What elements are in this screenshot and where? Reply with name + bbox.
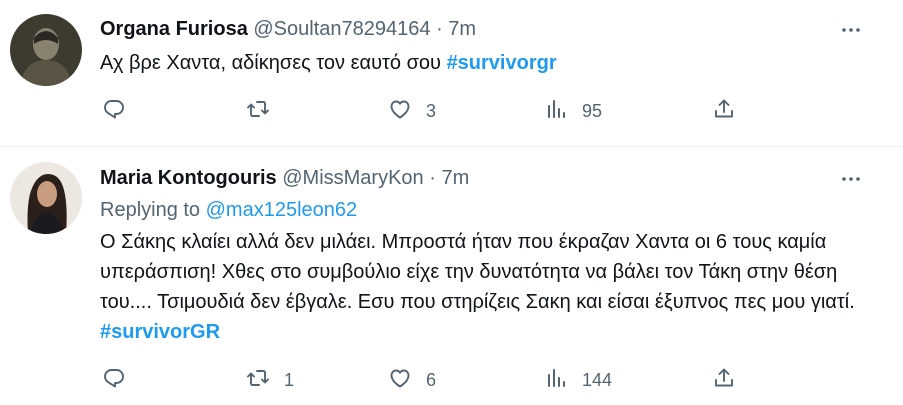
- like-count: 6: [426, 369, 437, 390]
- retweet-button[interactable]: [246, 96, 284, 126]
- replying-label: Replying to: [100, 199, 206, 221]
- avatar[interactable]: [10, 162, 82, 234]
- tweet-actions: 1 6 144: [100, 365, 740, 395]
- retweet-icon: [246, 366, 270, 395]
- retweet-count: 1: [284, 369, 295, 390]
- like-button[interactable]: 3: [388, 96, 436, 126]
- views-icon: [544, 366, 568, 395]
- reply-icon: [102, 97, 126, 126]
- hashtag-link[interactable]: #survivorgr: [447, 52, 557, 74]
- share-button[interactable]: [712, 96, 736, 126]
- tweet-text: Ο Σάκης κλαίει αλλά δεν μιλάει. Μπροστά …: [100, 227, 873, 347]
- replying-to: Replying to @max125leon62: [100, 197, 357, 223]
- avatar[interactable]: [10, 14, 82, 86]
- retweet-button[interactable]: 1: [246, 365, 294, 395]
- reply-button[interactable]: [102, 365, 140, 395]
- tweet-header: Organa Furiosa @Soultan78294164 · 7m: [100, 16, 883, 42]
- share-icon: [712, 366, 736, 395]
- view-count: 95: [582, 100, 603, 121]
- separator-dot: ·: [436, 18, 443, 40]
- heart-icon: [388, 97, 412, 126]
- like-count: 3: [426, 100, 437, 121]
- separator-dot: ·: [429, 167, 436, 189]
- author-handle[interactable]: @Soultan78294164: [253, 18, 430, 40]
- views-button[interactable]: 144: [544, 365, 612, 395]
- views-icon: [544, 97, 568, 126]
- author-name[interactable]: Organa Furiosa: [100, 18, 248, 40]
- retweet-icon: [246, 97, 270, 126]
- mention-link[interactable]: @max125leon62: [206, 199, 358, 221]
- like-button[interactable]: 6: [388, 365, 436, 395]
- share-button[interactable]: [712, 365, 736, 395]
- views-button[interactable]: 95: [544, 96, 602, 126]
- tweet-header: Maria Kontogouris @MissMaryKon · 7m: [100, 165, 883, 191]
- tweet-body: Αχ βρε Χαντα, αδίκησες τον εαυτό σου: [100, 52, 447, 74]
- tweet-body: Ο Σάκης κλαίει αλλά δεν μιλάει. Μπροστά …: [100, 231, 855, 313]
- heart-icon: [388, 366, 412, 395]
- hashtag-link[interactable]: #survivorGR: [100, 321, 220, 343]
- share-icon: [712, 97, 736, 126]
- more-icon[interactable]: [839, 18, 863, 42]
- timestamp[interactable]: 7m: [448, 18, 476, 40]
- reply-button[interactable]: [102, 96, 140, 126]
- reply-icon: [102, 366, 126, 395]
- view-count: 144: [582, 369, 613, 390]
- tweet[interactable]: Maria Kontogouris @MissMaryKon · 7m Repl…: [0, 147, 903, 405]
- tweet[interactable]: Organa Furiosa @Soultan78294164 · 7m Αχ …: [0, 0, 903, 147]
- tweet-actions: 3 95: [100, 96, 740, 126]
- author-name[interactable]: Maria Kontogouris: [100, 167, 277, 189]
- tweet-text: Αχ βρε Χαντα, αδίκησες τον εαυτό σου #su…: [100, 48, 873, 78]
- author-handle[interactable]: @MissMaryKon: [282, 167, 423, 189]
- timestamp[interactable]: 7m: [441, 167, 469, 189]
- more-icon[interactable]: [839, 167, 863, 191]
